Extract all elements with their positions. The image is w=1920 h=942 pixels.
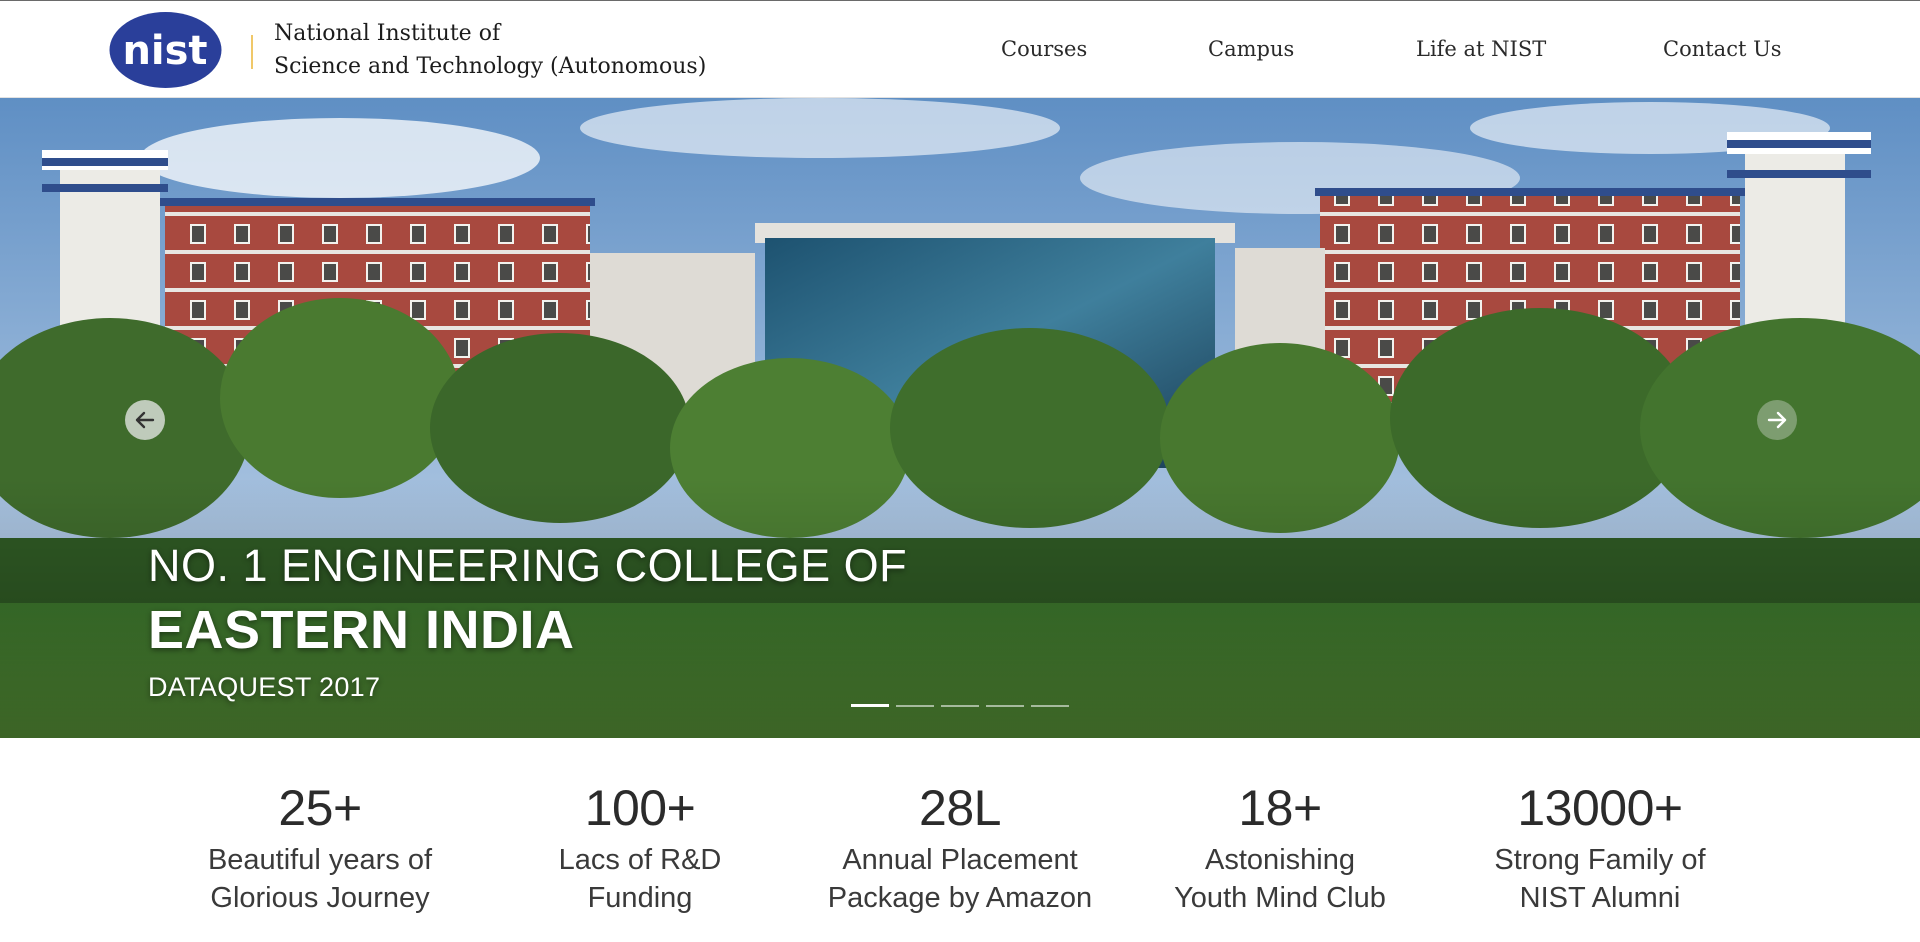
nav-courses[interactable]: Courses [1001, 35, 1087, 63]
stat-label-line2: Funding [587, 882, 693, 914]
stat-label-line1: Astonishing [1205, 844, 1355, 876]
logo-text: nist [122, 28, 207, 74]
arrow-left-icon [135, 411, 155, 429]
carousel-indicator-5[interactable] [1031, 705, 1069, 707]
nav-contact-us[interactable]: Contact Us [1663, 35, 1782, 63]
stat-value: 18+ [1238, 780, 1322, 836]
stat-value: 13000+ [1517, 780, 1683, 836]
stat-label-line1: Lacs of R&D [558, 844, 722, 876]
site-header: nist National Institute of Science and T… [0, 0, 1920, 98]
stat-label-line2: Youth Mind Club [1174, 882, 1386, 914]
stat-value: 100+ [584, 780, 696, 836]
nist-logo[interactable]: nist [108, 11, 223, 89]
stat-value: 28L [919, 780, 1001, 836]
hero-carousel: NO. 1 ENGINEERING COLLEGE OF EASTERN IND… [0, 98, 1920, 738]
carousel-indicator-2[interactable] [896, 705, 934, 707]
stat-placement: 28L Annual Placement Package by Amazon [810, 776, 1110, 916]
institute-name[interactable]: National Institute of Science and Techno… [274, 17, 706, 83]
stat-clubs: 18+ Astonishing Youth Mind Club [1130, 776, 1430, 916]
carousel-prev-button[interactable] [125, 400, 165, 440]
stat-rnd-funding: 100+ Lacs of R&D Funding [490, 776, 790, 916]
stat-label-line2: Package by Amazon [827, 882, 1093, 914]
stat-alumni: 13000+ Strong Family of NIST Alumni [1450, 776, 1750, 916]
hero-headline-line1: NO. 1 ENGINEERING COLLEGE OF [148, 540, 908, 591]
carousel-next-button[interactable] [1757, 400, 1797, 440]
carousel-indicator-4[interactable] [986, 705, 1024, 707]
stat-label-line1: Strong Family of [1494, 844, 1706, 876]
hero-headline-source: DATAQUEST 2017 [148, 672, 381, 702]
institute-name-line1: National Institute of [274, 21, 501, 46]
stat-value: 25+ [278, 780, 362, 836]
stat-label-line2: Glorious Journey [210, 882, 430, 914]
stat-label-line1: Beautiful years of [207, 844, 433, 876]
stat-label-line2: NIST Alumni [1519, 882, 1681, 914]
nav-life-at-nist[interactable]: Life at NIST [1416, 35, 1546, 63]
stat-years: 25+ Beautiful years of Glorious Journey [170, 776, 470, 916]
nav-campus[interactable]: Campus [1208, 35, 1294, 63]
institute-name-line2: Science and Technology (Autonomous) [274, 54, 707, 79]
hero-headline-line2: EASTERN INDIA [148, 600, 575, 660]
carousel-indicator-3[interactable] [941, 705, 979, 707]
arrow-right-icon [1767, 411, 1787, 429]
carousel-indicators [851, 703, 1069, 709]
stat-label-line1: Annual Placement [842, 844, 1078, 876]
brand-divider [251, 35, 253, 69]
carousel-indicator-1[interactable] [851, 704, 889, 707]
